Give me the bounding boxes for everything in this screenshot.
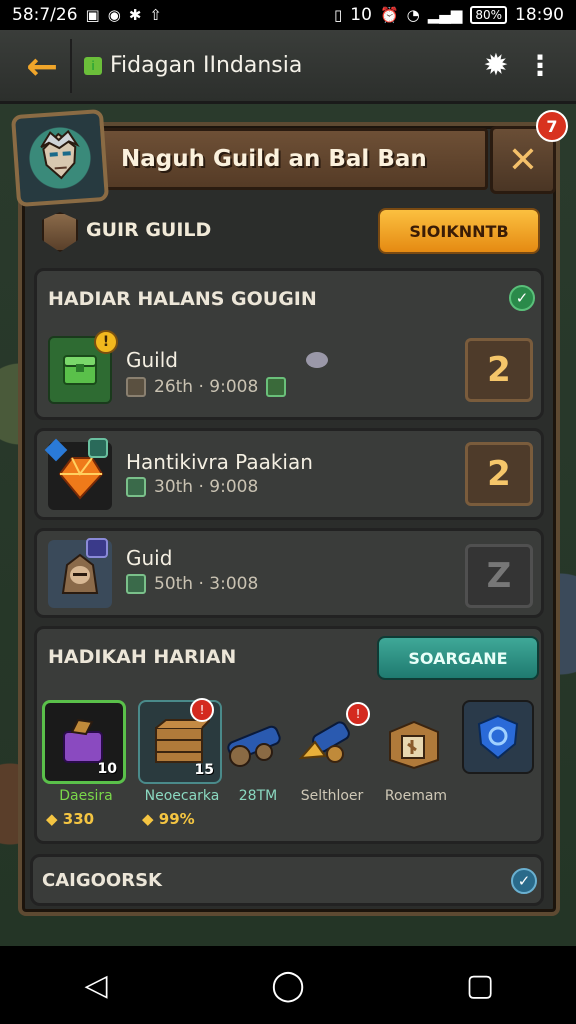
status-clock: 18:90 (515, 5, 564, 25)
image-icon: ▣ (85, 6, 100, 24)
reward-meta: 26th · 9:008 (126, 377, 287, 397)
alarm-icon: ⏰ (379, 6, 399, 24)
battery-icon: 80% (470, 6, 507, 24)
alert-badge: ! (190, 698, 214, 722)
corner-badge-icon (88, 438, 108, 458)
reward-meta: 50th · 3:008 (126, 574, 258, 594)
calendar-icon (126, 477, 146, 497)
shop-heading: HADIKAH HARIAN (48, 646, 237, 668)
signal-icon: ▂▄▆ (427, 6, 463, 24)
reward-name: Hantikivra Paakian (126, 450, 313, 474)
upload-icon: ⇧ (149, 6, 162, 24)
reward-date: 30th · 9:008 (154, 477, 259, 497)
item-price: ◆ 330 (46, 810, 94, 828)
shop-item[interactable]: 10 Daesira ◆ 330 (42, 700, 126, 836)
nav-back-button[interactable]: ◁ (66, 955, 126, 1015)
shop-item-tile (214, 700, 298, 784)
alert-badge: ! (346, 702, 370, 726)
green-chest-icon (63, 355, 97, 385)
coin-badge: ! (94, 330, 118, 354)
blue-shield-icon (477, 714, 519, 760)
reward-name: Guild (126, 348, 178, 372)
divider (70, 38, 72, 93)
reward-name: Guid (126, 546, 173, 570)
treasure-box-icon (389, 720, 439, 770)
gem-icon (266, 377, 287, 397)
coin-icon: ◆ (142, 810, 154, 828)
app-icon: i (84, 56, 102, 75)
dialog-header: Naguh Guild an Bal Ban (98, 128, 488, 190)
back-button[interactable]: ← (14, 38, 70, 94)
status-bar: 58:7/26 ▣ ◉ ✱ ⇧ ▯ 10 ⏰ ◔ ▂▄▆ 80% 18:90 (0, 0, 576, 30)
shop-button[interactable]: SOARGANE (377, 636, 539, 680)
hero-avatar[interactable] (10, 108, 110, 208)
close-icon: ✕ (507, 139, 539, 181)
check-icon: ✓ (511, 868, 537, 894)
footer-heading: CAIGOORSK (42, 870, 162, 891)
notification-badge: 7 (536, 110, 568, 142)
nav-home-button[interactable]: ◯ (258, 955, 318, 1015)
guild-label: GUIR GUILD (86, 219, 212, 241)
item-price: ◆ 99% (142, 810, 195, 828)
status-number: 10 (350, 5, 372, 25)
cannon-icon (227, 725, 281, 767)
system-nav-bar: ◁ ◯ ▢ (0, 946, 576, 1024)
circle-home-icon: ◯ (271, 967, 305, 1003)
hero-portrait-icon (40, 129, 80, 180)
item-name: Daesira (59, 788, 113, 804)
reward-count-box-locked[interactable]: Z (465, 544, 533, 608)
nav-recents-button[interactable]: ▢ (450, 955, 510, 1015)
reward-count-box[interactable]: 2 (465, 338, 533, 402)
calendar-icon (126, 377, 146, 397)
calendar-icon (126, 574, 146, 594)
gear-icon: ✹ (483, 48, 509, 83)
app-title: Fidagan IIndansia (110, 53, 303, 78)
reward-meta: 30th · 9:008 (126, 477, 258, 497)
dialog-title: Naguh Guild an Bal Ban (121, 146, 427, 172)
item-price-value: 330 (62, 810, 95, 828)
item-name: Roemam (384, 788, 448, 804)
shop-item-tile (462, 700, 534, 774)
candy-icon (306, 352, 328, 368)
shop-item[interactable] (462, 700, 536, 836)
settings-button[interactable]: ✹ (474, 44, 518, 88)
corner-badge-icon (86, 538, 108, 558)
item-qty: 10 (97, 761, 117, 777)
rewards-heading: HADIAR HALANS GOUGIN (48, 288, 317, 310)
reward-date: 26th · 9:008 (154, 377, 259, 397)
chat-icon: ◉ (107, 6, 121, 24)
status-time: 58:7/26 (12, 5, 78, 25)
bluetooth-icon: ✱ (128, 6, 142, 24)
square-recents-icon: ▢ (465, 967, 495, 1003)
arrow-left-icon: ← (26, 43, 58, 88)
vibrate-icon: ▯ (334, 6, 343, 24)
shop-item-tile (372, 700, 456, 784)
check-icon: ✓ (509, 285, 535, 311)
app-bar: ← i Fidagan IIndansia ✹ ⋮ (0, 30, 576, 104)
guild-action-button[interactable]: SIOIKNNTB (378, 208, 540, 254)
shop-item[interactable]: 28TM (214, 700, 298, 836)
item-price-value: 99% (158, 810, 195, 828)
shop-item[interactable]: 15 Neoecarka ◆ 99% (138, 700, 222, 836)
more-button[interactable]: ⋮ (518, 44, 562, 88)
reward-count-box[interactable]: 2 (465, 442, 533, 506)
reward-date: 50th · 3:008 (154, 574, 259, 594)
shop-item[interactable]: Roemam (372, 700, 456, 836)
item-qty: 15 (194, 762, 214, 778)
triangle-back-icon: ◁ (84, 967, 108, 1003)
coin-icon: ◆ (46, 810, 58, 828)
more-vert-icon: ⋮ (526, 49, 554, 82)
wifi-icon: ◔ (406, 6, 420, 24)
shop-item-tile: 10 (42, 700, 126, 784)
